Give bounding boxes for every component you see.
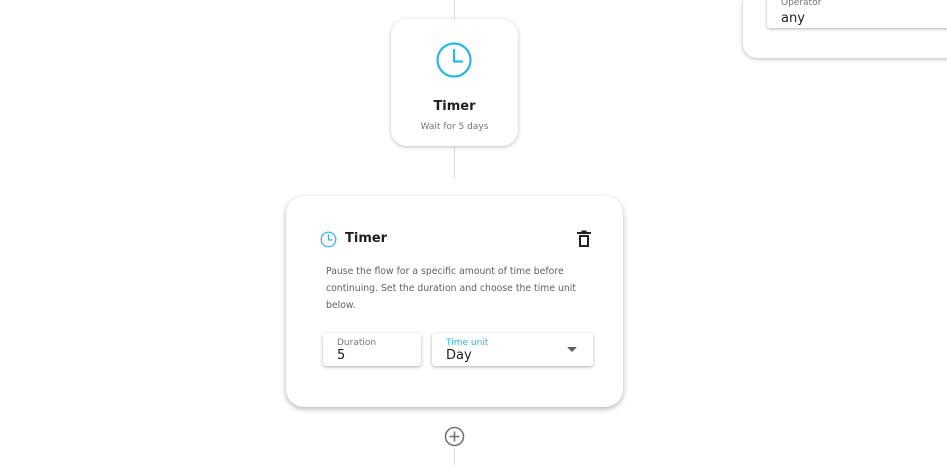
timer-editor-title: Timer (345, 231, 388, 246)
chevron-down-icon[interactable] (567, 347, 577, 352)
timer-node[interactable]: Timer Wait for 5 days (391, 19, 518, 146)
operator-field[interactable]: Operator any (767, 0, 947, 28)
time-unit-select[interactable]: Time unit Day (432, 333, 593, 366)
trash-icon[interactable] (576, 230, 592, 248)
clock-icon (320, 231, 337, 248)
time-unit-value: Day (446, 348, 472, 363)
connector-line (454, 0, 455, 19)
timer-description: Pause the flow for a specific amount of … (326, 266, 577, 311)
duration-label: Duration (337, 338, 377, 348)
flow-canvas: Operator any Timer Wait for 5 days Timer… (0, 0, 947, 465)
time-unit-label: Time unit (446, 338, 489, 348)
connector-line (454, 146, 455, 179)
condition-card: Operator any (743, 0, 947, 58)
operator-label: Operator (781, 0, 822, 8)
duration-value[interactable]: 5 (337, 348, 345, 363)
connector-line (454, 448, 455, 465)
clock-icon (436, 42, 472, 78)
timer-node-title: Timer (433, 99, 476, 114)
timer-editor-card: Timer Pause the flow for a specific amou… (286, 196, 623, 407)
plus-circle-icon[interactable] (444, 426, 465, 447)
operator-value: any (781, 11, 805, 26)
timer-node-subtitle: Wait for 5 days (420, 122, 489, 132)
duration-field[interactable]: Duration 5 (323, 333, 421, 366)
